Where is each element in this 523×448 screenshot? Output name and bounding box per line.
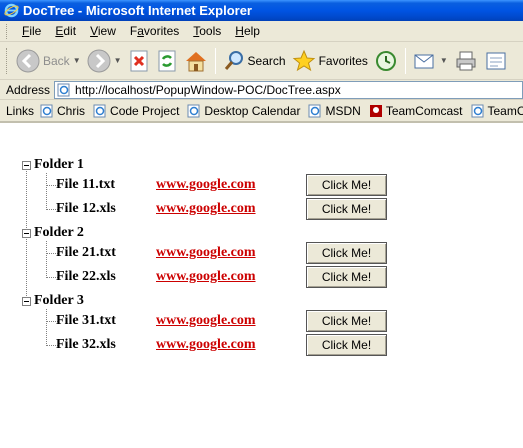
address-url: http://localhost/PopupWindow-POC/DocTree… — [75, 82, 341, 97]
page-link-icon — [308, 104, 321, 117]
file-link[interactable]: www.google.com — [156, 245, 256, 261]
file-link[interactable]: www.google.com — [156, 337, 256, 353]
page-icon — [57, 83, 70, 96]
link-teamcomcast[interactable]: TeamComcast — [369, 104, 463, 118]
file-link[interactable]: www.google.com — [156, 201, 256, 217]
standard-toolbar: Back ▼ ▼ Search Favorites ▼ — [0, 42, 523, 80]
menu-help[interactable]: Help — [228, 22, 267, 40]
click-me-button[interactable]: Click Me! — [306, 310, 387, 332]
page-link-icon — [93, 104, 106, 117]
refresh-icon — [158, 50, 176, 71]
home-button[interactable] — [181, 46, 211, 76]
file-link[interactable]: www.google.com — [156, 269, 256, 285]
forward-arrow-icon — [87, 49, 111, 72]
stop-button[interactable] — [125, 46, 153, 76]
file-link[interactable]: www.google.com — [156, 313, 256, 329]
ie-logo-icon — [4, 3, 19, 18]
home-icon — [185, 51, 206, 71]
click-me-button[interactable]: Click Me! — [306, 242, 387, 264]
click-me-button[interactable]: Click Me! — [306, 174, 387, 196]
stop-icon — [130, 50, 148, 71]
folder-2-connector — [46, 241, 47, 278]
links-bar: Links Chris Code Project Desktop Calenda… — [0, 100, 523, 123]
address-input[interactable]: http://localhost/PopupWindow-POC/DocTree… — [54, 80, 523, 99]
search-button[interactable]: Search — [220, 46, 289, 76]
menu-edit[interactable]: Edit — [48, 22, 83, 40]
file-name: File 31.txt — [56, 313, 116, 328]
link-teamcom-truncated[interactable]: TeamCom — [471, 104, 523, 118]
file-name: File 12.xls — [56, 201, 116, 216]
back-button[interactable]: Back ▼ — [13, 46, 84, 76]
refresh-button[interactable] — [153, 46, 181, 76]
menu-favorites[interactable]: Favorites — [123, 22, 186, 40]
file-name: File 32.xls — [56, 337, 116, 352]
print-icon — [456, 51, 476, 70]
collapse-icon[interactable] — [22, 160, 31, 170]
links-label: Links — [6, 103, 35, 118]
mail-icon — [414, 54, 434, 68]
link-desktop-calendar[interactable]: Desktop Calendar — [187, 104, 300, 118]
tree-folder-2[interactable]: Folder 2 — [22, 223, 84, 243]
mail-dropdown-icon[interactable]: ▼ — [440, 56, 448, 65]
teamcomcast-icon — [369, 104, 382, 117]
title-bar[interactable]: DocTree - Microsoft Internet Explorer — [0, 0, 523, 21]
toolbar-separator-2 — [404, 47, 406, 74]
file-name: File 21.txt — [56, 245, 116, 260]
history-button[interactable] — [371, 46, 401, 76]
tree-folder-1[interactable]: Folder 1 — [22, 155, 84, 175]
page-content: Folder 1 File 11.txt www.google.com Clic… — [0, 125, 523, 448]
menu-file[interactable]: File — [15, 22, 48, 40]
toolbar-grip — [6, 47, 9, 74]
page-link-icon — [471, 104, 483, 117]
edit-page-icon — [486, 52, 506, 69]
link-code-project[interactable]: Code Project — [93, 104, 179, 118]
menu-view[interactable]: View — [83, 22, 123, 40]
folder-3-connector — [46, 309, 47, 346]
file-link[interactable]: www.google.com — [156, 177, 256, 193]
link-chris[interactable]: Chris — [40, 104, 85, 118]
favorites-button[interactable]: Favorites — [289, 46, 371, 76]
print-button[interactable] — [451, 46, 481, 76]
search-icon — [224, 50, 243, 70]
forward-button[interactable]: ▼ — [84, 46, 125, 76]
forward-dropdown-icon[interactable]: ▼ — [114, 56, 122, 65]
menu-tools[interactable]: Tools — [186, 22, 228, 40]
click-me-button[interactable]: Click Me! — [306, 198, 387, 220]
address-bar: Address http://localhost/PopupWindow-POC… — [0, 80, 523, 100]
menu-grip — [6, 23, 9, 39]
file-name: File 22.xls — [56, 269, 116, 284]
mail-button[interactable]: ▼ — [410, 46, 451, 76]
link-msdn[interactable]: MSDN — [308, 104, 361, 118]
page-link-icon — [187, 104, 200, 117]
file-name: File 11.txt — [56, 177, 116, 192]
back-dropdown-icon[interactable]: ▼ — [73, 56, 81, 65]
address-label: Address — [6, 82, 51, 97]
click-me-button[interactable]: Click Me! — [306, 266, 387, 288]
history-icon — [375, 50, 396, 71]
toolbar-separator — [214, 47, 216, 74]
favorites-star-icon — [292, 49, 315, 71]
back-arrow-icon — [16, 49, 40, 72]
click-me-button[interactable]: Click Me! — [306, 334, 387, 356]
window-title: DocTree - Microsoft Internet Explorer — [23, 3, 252, 18]
tree-folder-3[interactable]: Folder 3 — [22, 291, 84, 311]
collapse-icon[interactable] — [22, 228, 31, 238]
menu-bar: File Edit View Favorites Tools Help — [0, 21, 523, 42]
collapse-icon[interactable] — [22, 296, 31, 306]
edit-button[interactable] — [481, 46, 511, 76]
page-link-icon — [40, 104, 53, 117]
folder-1-connector — [46, 173, 47, 210]
